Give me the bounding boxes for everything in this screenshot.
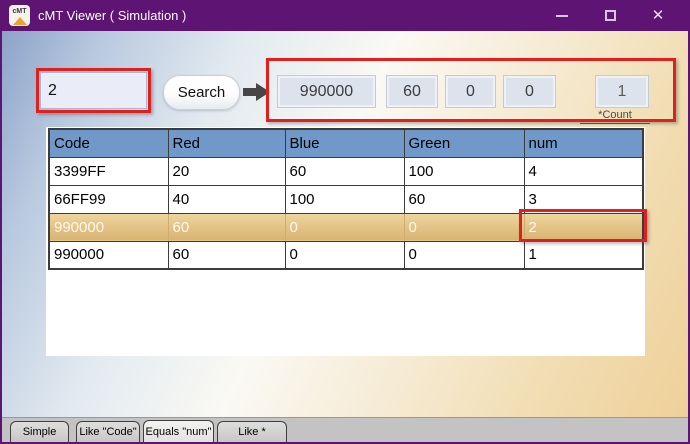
tab-equals-num[interactable]: Equals "num" — [143, 420, 214, 442]
tab-simple[interactable]: Simple — [10, 421, 69, 442]
query-input[interactable] — [40, 72, 147, 109]
maximize-button[interactable] — [586, 0, 634, 31]
table-cell[interactable]: 60 — [285, 157, 404, 185]
table-header-row: Code Red Blue Green num — [49, 129, 643, 157]
tab-like-code[interactable]: Like "Code" — [76, 421, 140, 442]
tab-like-star[interactable]: Like * — [217, 421, 287, 442]
window-title: cMT Viewer ( Simulation ) — [38, 0, 186, 31]
column-header-green: Green — [404, 129, 524, 157]
result-count-field: 1 — [595, 75, 649, 108]
table-cell-found[interactable]: 2 — [524, 213, 643, 241]
result-green-field: 0 — [503, 75, 556, 108]
column-header-blue: Blue — [285, 129, 404, 157]
cmt-viewer-window: cMT cMT Viewer ( Simulation ) ✕ Search 9 — [0, 0, 690, 444]
table-cell[interactable]: 40 — [168, 185, 285, 213]
close-button[interactable]: ✕ — [634, 0, 682, 31]
arrow-right-icon — [243, 83, 270, 101]
table-row[interactable]: 990000 60 0 0 1 — [49, 241, 643, 269]
minimize-icon — [556, 15, 568, 17]
table-row[interactable]: 3399FF 20 60 100 4 — [49, 157, 643, 185]
count-label: *Count — [580, 109, 650, 124]
table-cell[interactable]: 0 — [285, 213, 404, 241]
cmt-logo-fan-icon — [13, 17, 27, 25]
table-cell[interactable]: 0 — [404, 213, 524, 241]
simulation-screen: Search 990000 60 0 0 1 *Count Code Red B… — [2, 31, 688, 417]
cmt-logo-text: cMT — [13, 7, 27, 16]
tab-label: Equals "num" — [146, 426, 212, 438]
column-header-code: Code — [49, 129, 168, 157]
search-button[interactable]: Search — [163, 75, 240, 110]
minimize-button[interactable] — [538, 0, 586, 31]
table-cell[interactable]: 0 — [285, 241, 404, 269]
table-cell[interactable]: 100 — [404, 157, 524, 185]
table-cell[interactable]: 990000 — [49, 241, 168, 269]
tab-label: Simple — [23, 426, 57, 438]
column-header-num: num — [524, 129, 643, 157]
result-red-field: 60 — [386, 75, 438, 108]
table-cell[interactable]: 60 — [168, 241, 285, 269]
table-cell[interactable]: 100 — [285, 185, 404, 213]
table-cell[interactable]: 3399FF — [49, 157, 168, 185]
tab-label: Like "Code" — [79, 426, 136, 438]
window-controls: ✕ — [538, 0, 682, 31]
table-cell[interactable]: 60 — [168, 213, 285, 241]
table-row-highlighted[interactable]: 990000 60 0 0 2 — [49, 213, 643, 241]
results-table: Code Red Blue Green num 3399FF 20 60 100… — [48, 128, 644, 270]
maximize-icon — [605, 10, 616, 21]
table-cell[interactable]: 990000 — [49, 213, 168, 241]
result-code-field: 990000 — [277, 75, 376, 108]
table-cell[interactable]: 66FF99 — [49, 185, 168, 213]
table-cell[interactable]: 1 — [524, 241, 643, 269]
tab-label: Like * — [238, 426, 266, 438]
titlebar[interactable]: cMT cMT Viewer ( Simulation ) ✕ — [0, 0, 690, 31]
table-cell[interactable]: 60 — [404, 185, 524, 213]
tab-bar: Simple Like "Code" Equals "num" Like * — [2, 417, 688, 442]
table-cell[interactable]: 0 — [404, 241, 524, 269]
close-icon: ✕ — [652, 8, 665, 23]
column-header-red: Red — [168, 129, 285, 157]
result-blue-field: 0 — [445, 75, 496, 108]
arrow-head — [256, 83, 270, 101]
table-row[interactable]: 66FF99 40 100 60 3 — [49, 185, 643, 213]
arrow-shaft — [243, 88, 257, 96]
cmt-app-icon: cMT — [9, 5, 30, 26]
table-cell[interactable]: 4 — [524, 157, 643, 185]
table-cell[interactable]: 20 — [168, 157, 285, 185]
table-cell[interactable]: 3 — [524, 185, 643, 213]
